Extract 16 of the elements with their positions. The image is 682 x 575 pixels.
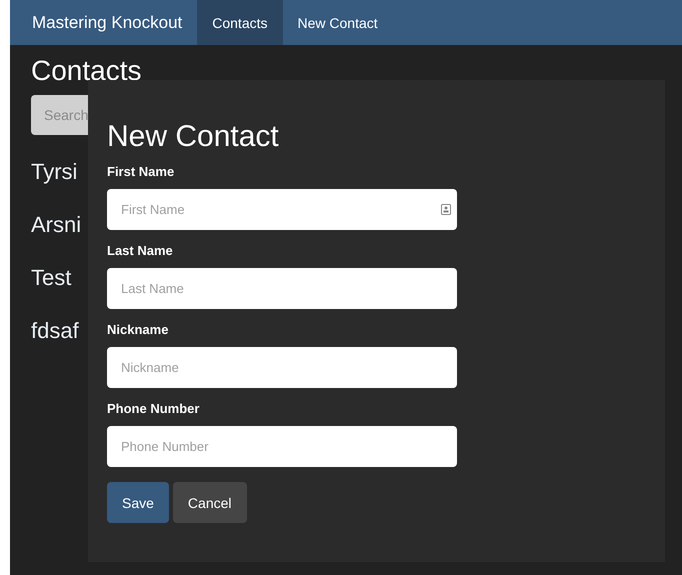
field-label: Last Name bbox=[107, 242, 174, 260]
field-label: Nickname bbox=[107, 321, 170, 339]
input-field[interactable]: Nickname bbox=[107, 347, 457, 388]
page-title: Contacts bbox=[31, 54, 142, 88]
nav-link[interactable]: Contacts bbox=[197, 0, 282, 45]
contact-card-icon[interactable] bbox=[441, 204, 451, 215]
input-field[interactable]: First Name bbox=[107, 189, 457, 230]
brand-link[interactable]: Mastering Knockout bbox=[32, 0, 198, 45]
input-field[interactable]: Phone Number bbox=[107, 426, 457, 467]
field-label: First Name bbox=[107, 163, 176, 181]
nav-link[interactable]: New Contact bbox=[282, 0, 393, 45]
field-label: Phone Number bbox=[107, 400, 200, 418]
dialog-title: New Contact bbox=[107, 119, 280, 155]
save-button[interactable]: Save bbox=[107, 482, 169, 523]
input-field[interactable]: Last Name bbox=[107, 268, 457, 309]
cancel-button[interactable]: Cancel bbox=[172, 482, 247, 523]
